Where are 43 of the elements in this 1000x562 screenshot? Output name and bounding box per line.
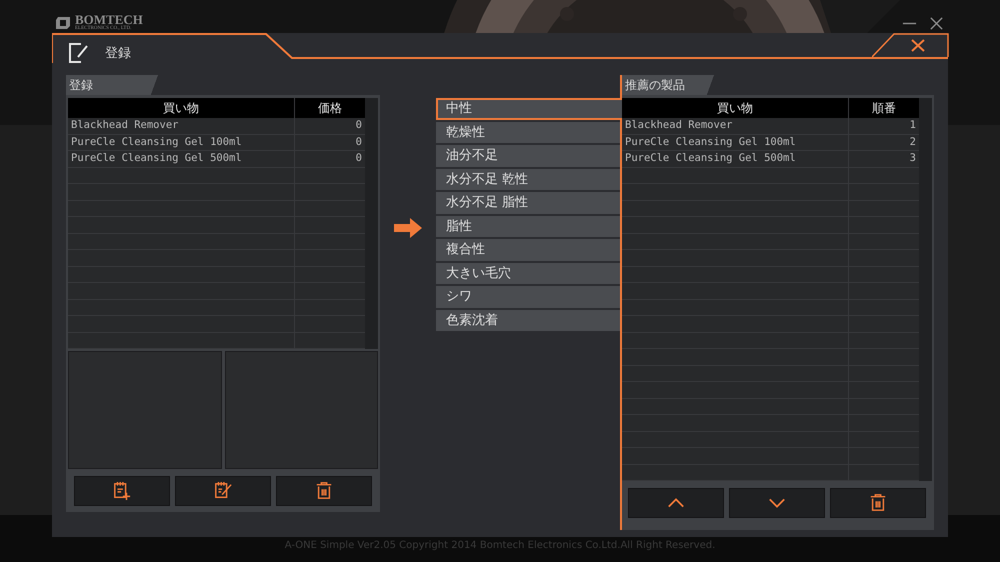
skin-type-item[interactable]: 複合性 (436, 239, 620, 260)
column-header: 価格 (317, 100, 343, 117)
skin-type-item[interactable]: 中性 (436, 98, 622, 120)
logo-icon (55, 16, 71, 30)
skin-type-item[interactable]: シワ (436, 286, 620, 308)
table-cell-text: 2 (908, 134, 917, 150)
dialog-close-button[interactable] (872, 33, 950, 57)
table-cell-text: 3 (908, 151, 917, 166)
table-cell-text: 0 (354, 151, 363, 166)
column-header: 順番 (871, 100, 897, 117)
skin-type-item[interactable]: 水分不足 脂性 (436, 192, 620, 214)
scrollbar-track[interactable] (365, 98, 378, 349)
table-cell: PureCle Cleansing Gel 100ml (68, 134, 295, 150)
trash-icon (315, 481, 333, 501)
edit-button[interactable] (175, 476, 271, 506)
table-cell: PureCle Cleansing Gel 500ml (622, 151, 849, 166)
table-cell-text: 0 (354, 134, 363, 150)
table-cell-text: 0 (354, 118, 363, 133)
scrollbar-track[interactable] (919, 98, 932, 481)
clipboard-add-icon (113, 481, 131, 501)
close-icon[interactable] (929, 16, 944, 31)
column-header: 買い物 (622, 98, 849, 118)
add-button[interactable] (74, 476, 170, 506)
table-cell: PureCle Cleansing Gel 100ml (622, 134, 849, 150)
skin-type-item[interactable]: 大きい毛穴 (436, 262, 620, 284)
skin-type-item[interactable]: 水分不足 乾性 (436, 168, 620, 190)
edit-icon (69, 43, 89, 63)
skin-type-item[interactable]: 乾燥性 (436, 122, 620, 143)
trash-icon (869, 493, 887, 513)
delete-button[interactable] (830, 488, 926, 518)
dialog-title: 登録 (105, 45, 131, 62)
table-cell: Blackhead Remover (68, 118, 295, 134)
table-cell-text: 1 (908, 118, 917, 133)
table-cell: PureCle Cleansing Gel 500ml (68, 151, 295, 166)
clipboard-edit-icon (214, 481, 232, 501)
skin-type-item[interactable]: 脂性 (436, 216, 620, 237)
delete-button[interactable] (276, 476, 372, 506)
logo-text: BOMTECH (75, 14, 143, 26)
skin-type-item[interactable]: 色素沈着 (436, 310, 620, 331)
skin-type-item[interactable]: 油分不足 (436, 145, 620, 166)
column-header: 買い物 (68, 98, 295, 118)
table-cell: Blackhead Remover (622, 118, 849, 134)
arrow-icon (394, 218, 422, 238)
